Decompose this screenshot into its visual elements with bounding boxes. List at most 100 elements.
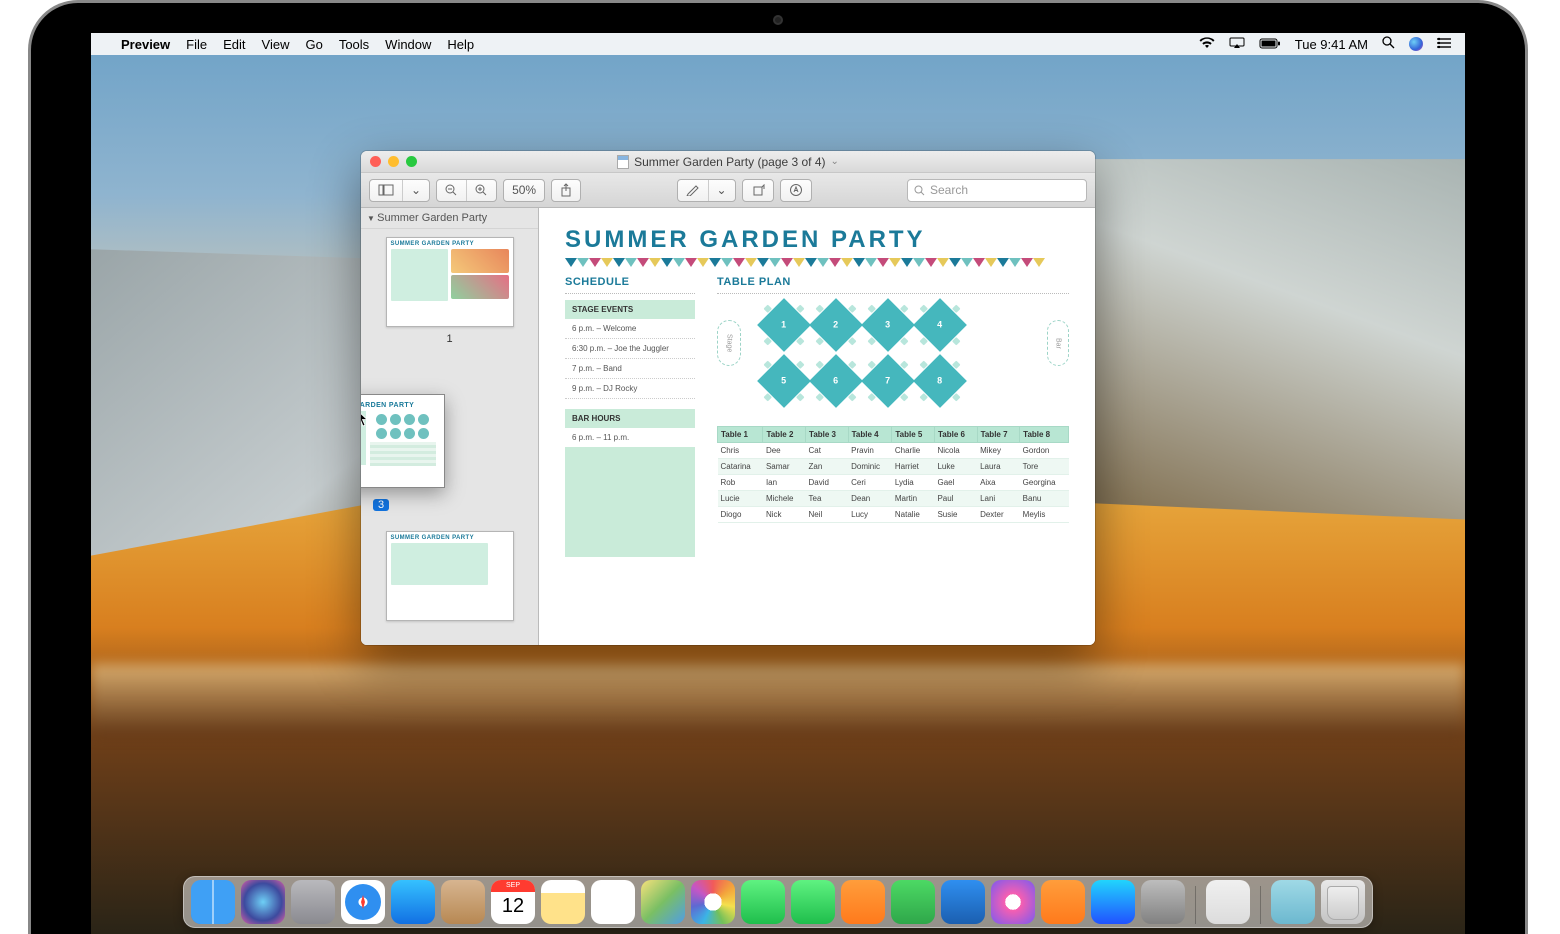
guest-cell: Susie — [934, 507, 977, 523]
menu-tools[interactable]: Tools — [339, 37, 369, 52]
schedule-event: 7 p.m. – Band — [565, 359, 695, 379]
dock-messages-icon[interactable] — [741, 880, 785, 924]
dock-keynote-icon[interactable] — [941, 880, 985, 924]
dock-mail-icon[interactable] — [391, 880, 435, 924]
guest-cell: Paul — [934, 491, 977, 507]
guest-table-header: Table 6 — [934, 427, 977, 443]
dock-safari-icon[interactable] — [341, 880, 385, 924]
dock-itunes-icon[interactable] — [991, 880, 1035, 924]
guest-cell: Gordon — [1020, 443, 1069, 459]
sidebar-document-title[interactable]: Summer Garden Party — [361, 208, 538, 229]
guest-cell: Catarina — [718, 459, 763, 475]
stage-events-heading: STAGE EVENTS — [565, 300, 695, 319]
guest-cell: Lani — [977, 491, 1020, 507]
dock-photos-icon[interactable] — [691, 880, 735, 924]
doc-title: SUMMER GARDEN PARTY — [565, 226, 1069, 254]
dock-system-preferences-icon[interactable] — [1141, 880, 1185, 924]
dock-finder-icon[interactable] — [191, 880, 235, 924]
dock-separator — [1195, 886, 1196, 924]
highlight-dropdown[interactable]: ⌄ — [709, 180, 735, 201]
menu-help[interactable]: Help — [447, 37, 474, 52]
menu-view[interactable]: View — [262, 37, 290, 52]
menu-edit[interactable]: Edit — [223, 37, 245, 52]
guest-cell: Neil — [806, 507, 849, 523]
thumbnail-page-1[interactable]: SUMMER GARDEN PARTY — [386, 237, 514, 327]
preview-window: Summer Garden Party (page 3 of 4) ⌄ ⌄ 50… — [361, 151, 1095, 645]
menu-go[interactable]: Go — [305, 37, 322, 52]
dock-calendar-icon[interactable]: SEP12 — [491, 880, 535, 924]
dock-maps-icon[interactable] — [641, 880, 685, 924]
guest-cell: Gael — [934, 475, 977, 491]
app-name-menu[interactable]: Preview — [121, 37, 170, 52]
dock-trash-icon[interactable] — [1321, 880, 1365, 924]
titlebar[interactable]: Summer Garden Party (page 3 of 4) ⌄ — [361, 151, 1095, 173]
search-icon — [914, 185, 925, 196]
screen: Preview File Edit View Go Tools Window H… — [91, 33, 1465, 934]
dock-separator — [1260, 886, 1261, 924]
share-button[interactable] — [551, 179, 581, 202]
window-title[interactable]: Summer Garden Party (page 3 of 4) ⌄ — [361, 155, 1095, 169]
guest-table-header: Table 1 — [718, 427, 763, 443]
search-field[interactable]: Search — [907, 179, 1087, 202]
bar-hours-heading: BAR HOURS — [565, 409, 695, 428]
guest-cell: Tore — [1020, 459, 1069, 475]
dock-notes-icon[interactable] — [541, 880, 585, 924]
spotlight-icon[interactable] — [1382, 36, 1395, 52]
menu-bar: Preview File Edit View Go Tools Window H… — [91, 33, 1465, 55]
toolbar: ⌄ 50% ⌄ Search — [361, 173, 1095, 208]
siri-icon[interactable] — [1409, 37, 1423, 51]
guest-cell: Dominic — [848, 459, 892, 475]
dock-contacts-icon[interactable] — [441, 880, 485, 924]
guest-cell: Mikey — [977, 443, 1020, 459]
dock-pages-icon[interactable] — [841, 880, 885, 924]
thumbnail-page-3-dragging[interactable]: SUMMER GARDEN PARTY — [361, 394, 445, 488]
title-dropdown-icon[interactable]: ⌄ — [831, 156, 839, 167]
dock-numbers-icon[interactable] — [891, 880, 935, 924]
menu-window[interactable]: Window — [385, 37, 431, 52]
zoom-in-button[interactable] — [467, 180, 496, 201]
dock-reminders-icon[interactable] — [591, 880, 635, 924]
guest-cell: Luke — [934, 459, 977, 475]
guest-cell: Banu — [1020, 491, 1069, 507]
dock-preview-icon[interactable] — [1206, 880, 1250, 924]
battery-icon[interactable] — [1259, 37, 1281, 52]
clock[interactable]: Tue 9:41 AM — [1295, 37, 1368, 52]
wifi-icon[interactable] — [1199, 37, 1215, 52]
guest-cell: Diogo — [718, 507, 763, 523]
menu-file[interactable]: File — [186, 37, 207, 52]
dock-siri-icon[interactable] — [241, 880, 285, 924]
guest-cell: Ceri — [848, 475, 892, 491]
dining-table: 5 — [757, 354, 811, 408]
dining-table: 2 — [809, 298, 863, 352]
thumbnail-page-4[interactable]: SUMMER GARDEN PARTY — [386, 531, 514, 621]
schedule-event: 9 p.m. – DJ Rocky — [565, 379, 695, 399]
markup-button[interactable] — [780, 179, 812, 202]
bar-shape: Bar — [1047, 320, 1069, 366]
view-mode-button[interactable]: ⌄ — [369, 179, 430, 202]
dock-downloads-icon[interactable] — [1271, 880, 1315, 924]
guest-table-header: Table 7 — [977, 427, 1020, 443]
dock-launchpad-icon[interactable] — [291, 880, 335, 924]
stage-shape: Stage — [717, 320, 741, 366]
airplay-icon[interactable] — [1229, 37, 1245, 52]
dock-facetime-icon[interactable] — [791, 880, 835, 924]
guest-cell: Dean — [848, 491, 892, 507]
document-page[interactable]: SUMMER GARDEN PARTY SCHEDULE STAGE EVENT… — [539, 208, 1095, 645]
document-proxy-icon[interactable] — [617, 155, 629, 169]
rotate-button[interactable] — [742, 179, 774, 202]
guest-table-header: Table 8 — [1020, 427, 1069, 443]
guest-table-header: Table 5 — [892, 427, 935, 443]
guest-cell: Nicola — [934, 443, 977, 459]
notification-center-icon[interactable] — [1437, 37, 1451, 52]
guest-cell: Lucie — [718, 491, 763, 507]
guest-cell: Dexter — [977, 507, 1020, 523]
zoom-level[interactable]: 50% — [503, 179, 545, 202]
guest-cell: Chris — [718, 443, 763, 459]
guest-cell: Ian — [763, 475, 806, 491]
guest-cell: Aixa — [977, 475, 1020, 491]
highlight-button[interactable] — [678, 180, 709, 201]
guest-cell: Nick — [763, 507, 806, 523]
dock-appstore-icon[interactable] — [1091, 880, 1135, 924]
zoom-out-button[interactable] — [437, 180, 467, 201]
dock-ibooks-icon[interactable] — [1041, 880, 1085, 924]
